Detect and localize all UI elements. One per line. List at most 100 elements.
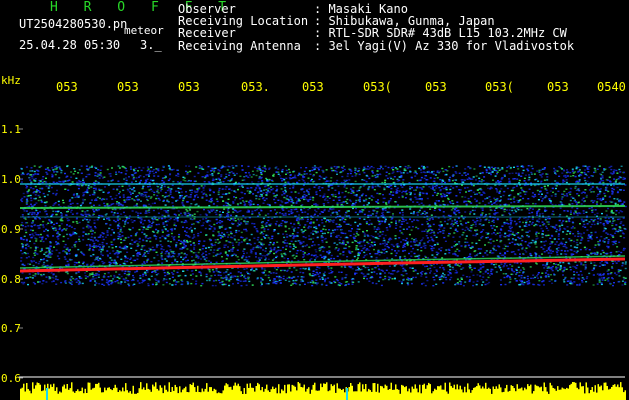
noise-speck <box>74 170 77 172</box>
noise-speck <box>161 195 164 197</box>
noise-speck <box>553 167 556 170</box>
noise-speck <box>290 284 293 286</box>
noise-speck <box>367 168 370 170</box>
noise-speck <box>555 268 558 270</box>
noise-speck <box>385 202 387 204</box>
noise-speck <box>474 225 477 227</box>
noise-speck <box>358 173 361 176</box>
noise-speck <box>564 278 567 280</box>
noise-speck <box>330 257 333 260</box>
noise-speck <box>154 278 157 280</box>
noise-speck <box>231 250 234 252</box>
noise-speck <box>580 233 583 235</box>
noise-speck <box>607 239 610 241</box>
noise-speck <box>248 255 251 258</box>
noise-speck <box>412 212 415 214</box>
noise-speck <box>541 212 544 215</box>
noise-speck <box>347 215 350 217</box>
noise-speck <box>52 235 55 237</box>
noise-speck <box>118 246 121 248</box>
noise-speck <box>68 208 70 211</box>
noise-speck <box>192 223 195 225</box>
noise-speck <box>409 218 411 220</box>
noise-speck <box>197 196 199 198</box>
noise-speck <box>101 236 104 238</box>
noise-speck <box>458 236 461 238</box>
noise-speck <box>478 239 481 241</box>
noise-speck <box>348 179 351 181</box>
noise-speck <box>236 211 239 213</box>
noise-speck <box>282 214 285 216</box>
noise-speck <box>105 242 108 245</box>
noise-speck <box>493 221 495 223</box>
noise-speck <box>114 263 117 266</box>
noise-speck <box>180 256 183 258</box>
noise-speck <box>188 165 191 167</box>
noise-speck <box>290 240 293 242</box>
noise-speck <box>251 248 254 250</box>
noise-speck <box>376 253 379 255</box>
noise-speck <box>123 178 126 180</box>
noise-speck <box>397 250 400 252</box>
noise-speck <box>138 166 141 169</box>
freq-tick-label: 0.8 <box>1 273 21 286</box>
noise-speck <box>379 165 382 167</box>
noise-speck <box>140 220 143 222</box>
noise-speck <box>133 205 136 207</box>
noise-speck <box>380 251 383 254</box>
noise-speck <box>29 229 32 231</box>
noise-speck <box>616 246 619 248</box>
noise-speck <box>517 266 520 268</box>
noise-speck <box>284 212 287 215</box>
noise-speck <box>369 167 372 169</box>
noise-speck <box>327 252 330 254</box>
noise-speck <box>195 282 198 285</box>
noise-speck <box>312 230 315 232</box>
noise-speck <box>31 233 34 235</box>
noise-speck <box>546 221 549 223</box>
noise-speck <box>167 201 170 203</box>
noise-speck <box>250 233 253 236</box>
noise-speck <box>153 175 156 177</box>
noise-speck <box>141 231 144 234</box>
noise-speck <box>212 234 215 236</box>
noise-speck <box>275 251 278 254</box>
noise-speck <box>108 204 111 207</box>
noise-speck <box>276 241 279 243</box>
noise-speck <box>317 273 320 275</box>
noise-speck <box>292 280 295 282</box>
noise-speck <box>321 239 324 242</box>
noise-speck <box>607 242 610 244</box>
noise-speck <box>191 270 194 272</box>
noise-speck <box>618 241 621 243</box>
noise-speck <box>96 209 99 212</box>
noise-speck <box>92 187 95 190</box>
noise-speck <box>462 274 465 276</box>
noise-speck <box>221 165 224 167</box>
noise-speck <box>288 227 291 230</box>
noise-speck <box>429 272 431 274</box>
noise-speck <box>456 248 459 250</box>
noise-speck <box>26 192 29 194</box>
noise-speck <box>293 208 296 211</box>
noise-speck <box>269 210 272 212</box>
noise-speck <box>108 261 111 263</box>
noise-speck <box>205 257 208 259</box>
noise-speck <box>577 171 579 173</box>
noise-speck <box>276 194 278 196</box>
noise-speck <box>375 282 378 285</box>
noise-speck <box>53 246 55 248</box>
noise-speck <box>133 190 136 192</box>
noise-speck <box>355 269 357 271</box>
noise-speck <box>95 246 98 248</box>
noise-speck <box>507 230 510 232</box>
noise-speck <box>227 179 230 182</box>
noise-speck <box>566 250 569 252</box>
noise-speck <box>178 214 181 216</box>
noise-speck <box>334 193 337 196</box>
noise-speck <box>382 168 384 170</box>
noise-speck <box>280 222 283 225</box>
noise-speck <box>588 207 591 210</box>
noise-speck <box>543 168 546 170</box>
noise-speck <box>261 167 264 169</box>
